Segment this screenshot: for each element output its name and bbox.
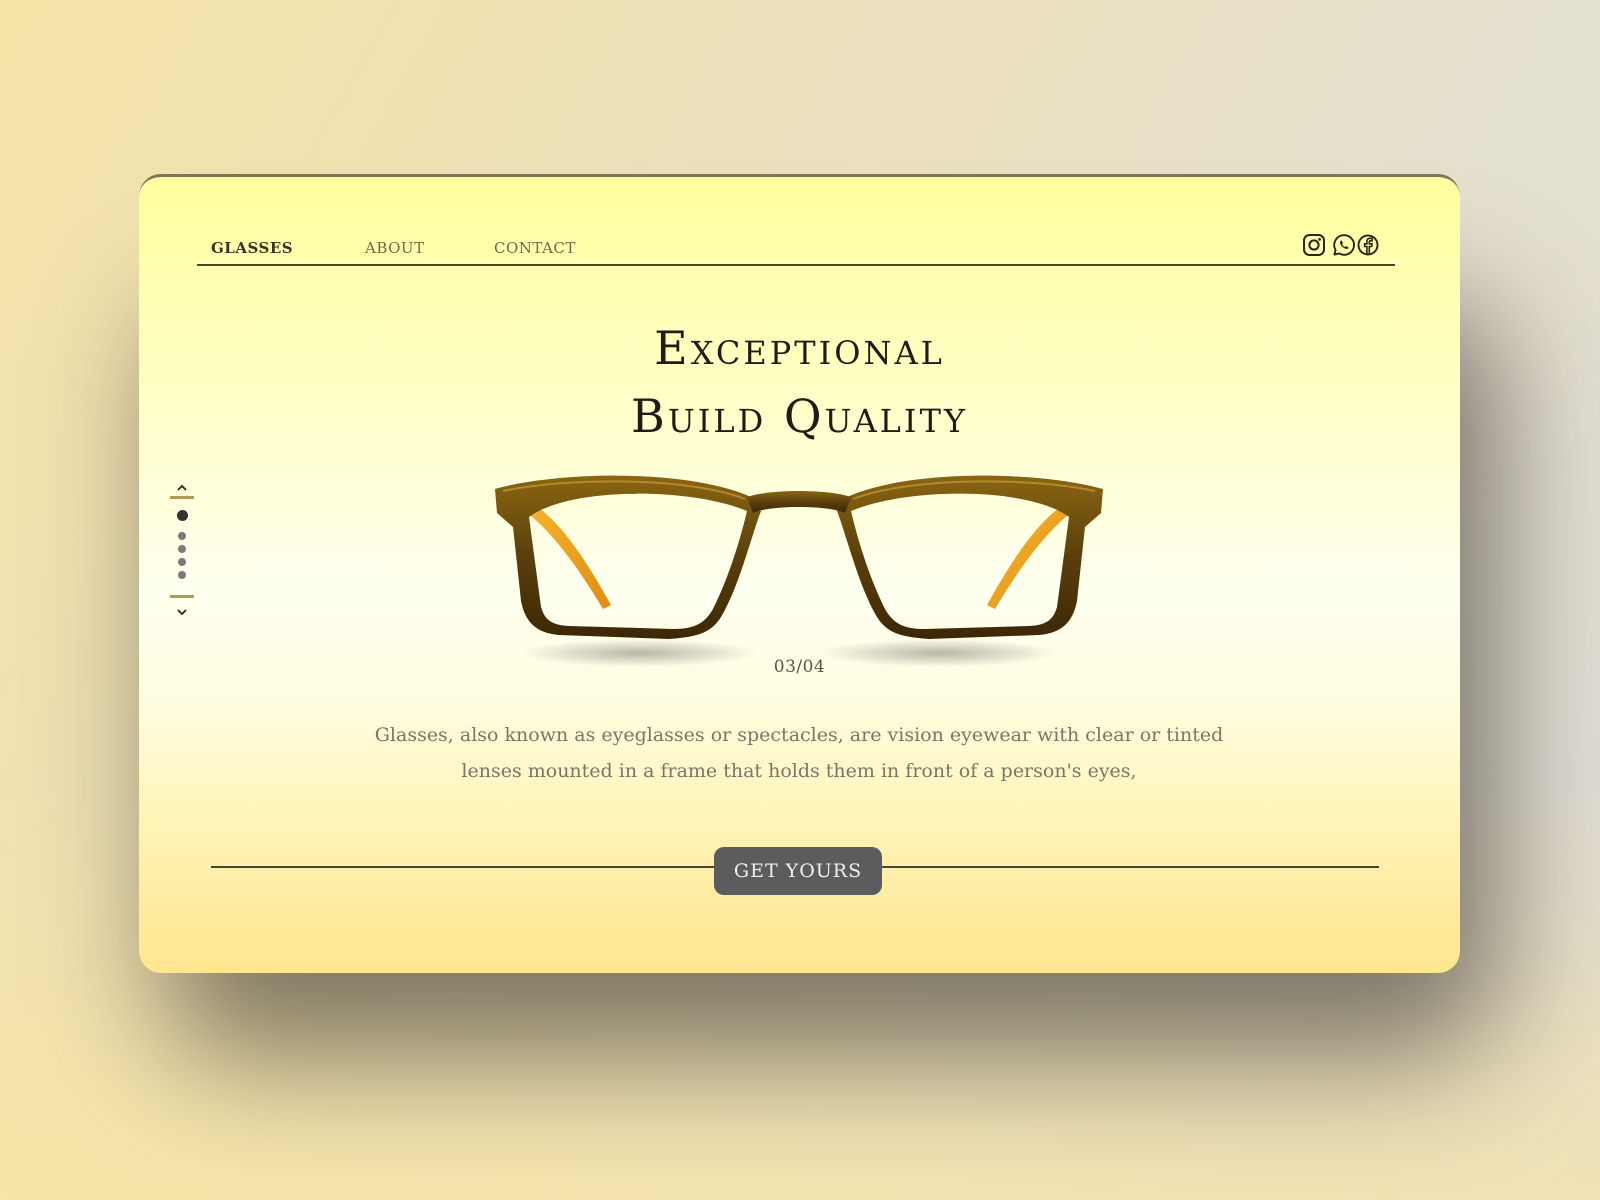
slide-dot-4[interactable] [178, 558, 186, 566]
nav-contact[interactable]: CONTACT [494, 239, 576, 257]
chevron-down-icon[interactable] [174, 603, 190, 616]
slide-counter: 03/04 [773, 657, 826, 677]
product-description: Glasses, also known as eyeglasses or spe… [374, 724, 1224, 782]
instagram-icon[interactable] [1301, 232, 1327, 258]
whatsapp-icon[interactable] [1331, 232, 1357, 258]
slider-rail-top [170, 496, 194, 499]
headline-line-1: Exceptional [654, 321, 945, 375]
headline-line-2: Build Quality [630, 389, 969, 443]
slide-dot-1[interactable] [177, 510, 188, 521]
facebook-icon[interactable] [1355, 232, 1381, 258]
slide-navigator [166, 479, 198, 629]
glasses-product-image [495, 475, 1103, 667]
slide-dot-2[interactable] [178, 532, 186, 540]
get-yours-button[interactable]: GET YOURS [714, 847, 882, 895]
slide-dot-5[interactable] [178, 571, 186, 579]
slide-dot-3[interactable] [178, 545, 186, 553]
nav-glasses[interactable]: GLASSES [211, 239, 293, 257]
top-nav: GLASSES ABOUT CONTACT [197, 227, 1395, 266]
hero-card: GLASSES ABOUT CONTACT Exceptional Build … [139, 174, 1460, 973]
chevron-up-icon[interactable] [174, 479, 190, 491]
social-links [1297, 232, 1381, 258]
nav-about[interactable]: ABOUT [365, 239, 425, 257]
slider-rail-bottom [170, 595, 194, 598]
